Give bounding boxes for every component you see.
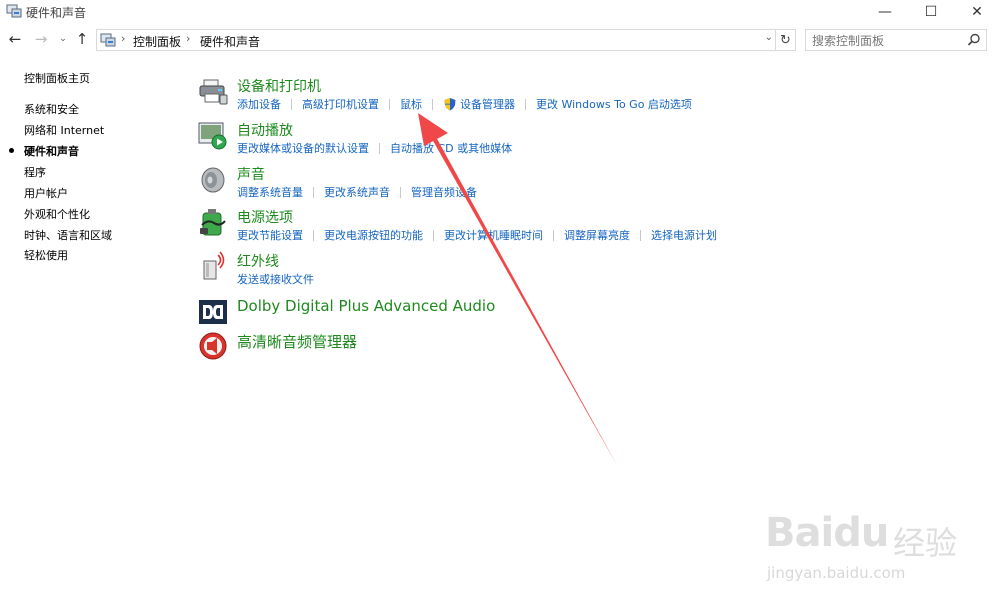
printer-icon[interactable] [198,76,228,106]
link-sleep-time[interactable]: 更改计算机睡眠时间 [444,227,543,243]
dolby-icon[interactable] [198,297,228,327]
link-manage-audio-devices[interactable]: 管理音频设备 [411,184,477,200]
sidebar-item-network[interactable]: 网络和 Internet [24,122,104,138]
link-separator [379,142,380,154]
sidebar-item-hardware-sound[interactable]: 硬件和声音 [9,143,79,159]
category-links: 更改节能设置 更改电源按钮的功能 更改计算机睡眠时间 调整屏幕亮度 选择电源计划 [237,227,717,243]
hd-audio-icon[interactable] [198,331,228,361]
link-send-receive-files[interactable]: 发送或接收文件 [237,271,314,287]
search-input[interactable] [806,31,956,51]
category-links: 调整系统音量 更改系统声音 管理音频设备 [237,184,477,200]
link-separator [640,229,641,241]
category-title[interactable]: 红外线 [237,251,279,271]
back-button[interactable]: ← [4,28,26,50]
window-title: 硬件和声音 [26,6,87,20]
infrared-icon[interactable] [198,251,228,281]
search-box[interactable] [805,29,987,51]
forward-button[interactable]: → [30,28,52,50]
speaker-icon[interactable] [198,164,228,194]
breadcrumb-control-panel[interactable]: 控制面板 [133,33,181,50]
sidebar-item-label: 硬件和声音 [24,145,79,158]
sidebar-item-clock-region[interactable]: 时钟、语言和区域 [24,227,112,243]
link-separator [291,98,292,110]
link-windows-to-go[interactable]: 更改 Windows To Go 启动选项 [536,96,692,112]
shield-icon [444,98,456,111]
link-advanced-printer-setup[interactable]: 高级打印机设置 [302,96,379,112]
link-separator [313,229,314,241]
category-title[interactable]: 自动播放 [237,120,293,140]
sidebar-item-user-accounts[interactable]: 用户帐户 [24,185,68,201]
link-separator [389,98,390,110]
address-dropdown-button[interactable]: ⌄ [765,32,773,43]
category-title[interactable]: Dolby Digital Plus Advanced Audio [237,297,495,315]
search-icon[interactable] [966,32,982,48]
autoplay-icon[interactable] [198,120,228,150]
power-icon[interactable] [198,207,228,237]
up-button[interactable]: ↑ [72,28,92,50]
baidu-watermark: Baidu 经验 jingyan.baidu.com [765,500,975,600]
link-separator [553,229,554,241]
link-adjust-volume[interactable]: 调整系统音量 [237,184,303,200]
link-separator [313,186,314,198]
link-separator [400,186,401,198]
control-panel-icon [6,4,22,18]
category-title[interactable]: 电源选项 [237,207,293,227]
link-change-media-defaults[interactable]: 更改媒体或设备的默认设置 [237,140,369,156]
link-screen-brightness[interactable]: 调整屏幕亮度 [564,227,630,243]
control-panel-icon [100,33,116,47]
navigation-bar: ← → ⌄ ↑ › 控制面板 › 硬件和声音 ⌄ ↻ [0,26,1000,54]
link-separator [525,98,526,110]
sidebar-item-programs[interactable]: 程序 [24,164,46,180]
sidebar-item-system-security[interactable]: 系统和安全 [24,101,79,117]
link-mouse[interactable]: 鼠标 [400,96,422,112]
link-choose-power-plan[interactable]: 选择电源计划 [651,227,717,243]
link-device-manager[interactable]: 设备管理器 [460,96,515,112]
category-links: 发送或接收文件 [237,271,314,287]
sidebar-item-appearance[interactable]: 外观和个性化 [24,206,90,222]
link-add-device[interactable]: 添加设备 [237,96,281,112]
sidebar-item-ease-of-access[interactable]: 轻松使用 [24,247,68,263]
link-change-power-saving[interactable]: 更改节能设置 [237,227,303,243]
breadcrumb-separator[interactable]: › [121,32,125,45]
breadcrumb-hardware-sound[interactable]: 硬件和声音 [200,33,260,50]
maximize-button[interactable]: ☐ [908,0,954,24]
link-power-button-function[interactable]: 更改电源按钮的功能 [324,227,423,243]
close-button[interactable]: ✕ [954,0,1000,24]
address-bar[interactable]: › 控制面板 › 硬件和声音 ⌄ [96,29,776,51]
category-title[interactable]: 声音 [237,164,265,184]
active-bullet [9,148,14,153]
recent-locations-button[interactable]: ⌄ [56,28,70,50]
category-links: 更改媒体或设备的默认设置 自动播放 CD 或其他媒体 [237,140,512,156]
category-title[interactable]: 设备和打印机 [237,76,321,96]
breadcrumb-separator[interactable]: › [186,32,190,45]
link-separator [432,98,433,110]
sidebar-item-home[interactable]: 控制面板主页 [24,70,90,86]
title-bar: 硬件和声音 — ☐ ✕ [0,0,1000,24]
category-links: 添加设备 高级打印机设置 鼠标 设备管理器 更改 Windows To Go 启… [237,96,692,112]
watermark-url: jingyan.baidu.com [767,564,906,582]
watermark-logo: Baidu [765,510,889,556]
watermark-cn: 经验 [893,524,958,562]
link-separator [433,229,434,241]
link-autoplay-cd[interactable]: 自动播放 CD 或其他媒体 [390,140,512,156]
minimize-button[interactable]: — [862,0,908,24]
category-title[interactable]: 高清晰音频管理器 [237,331,357,352]
link-change-system-sounds[interactable]: 更改系统声音 [324,184,390,200]
refresh-button[interactable]: ↻ [776,29,796,51]
